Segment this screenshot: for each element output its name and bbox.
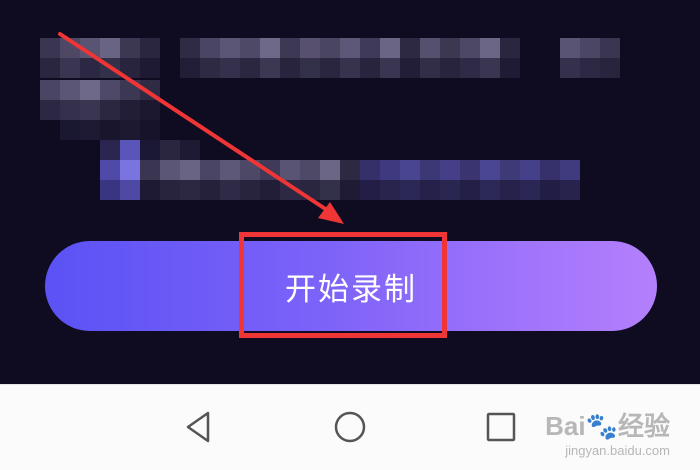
circle-home-icon (334, 411, 366, 443)
navigation-bar: Bai🐾经验 jingyan.baidu.com (0, 384, 700, 470)
start-recording-label: 开始录制 (285, 271, 417, 308)
recents-button[interactable] (481, 407, 521, 447)
start-recording-button[interactable]: 开始录制 (45, 241, 657, 331)
blurred-text-line-3 (100, 140, 580, 160)
back-button[interactable] (180, 407, 220, 447)
paw-icon: 🐾 (585, 411, 618, 441)
watermark-url: jingyan.baidu.com (565, 443, 670, 458)
blurred-text-line-3c (100, 180, 580, 200)
watermark-brand-suffix: 经验 (617, 411, 670, 441)
home-button[interactable] (330, 407, 370, 447)
square-recents-icon (486, 412, 516, 442)
blurred-text-line-3b (100, 160, 580, 180)
baidu-jingyan-watermark: Bai🐾经验 jingyan.baidu.com (545, 406, 670, 458)
blurred-text-line-2 (40, 80, 160, 120)
blurred-text-line-1b (40, 58, 640, 78)
triangle-back-icon (186, 411, 210, 443)
watermark-brand: Bai (545, 411, 586, 441)
blurred-text-line-1 (40, 38, 640, 58)
app-screen: 开始录制 (0, 0, 700, 384)
blurred-text-line-2b (60, 120, 640, 140)
